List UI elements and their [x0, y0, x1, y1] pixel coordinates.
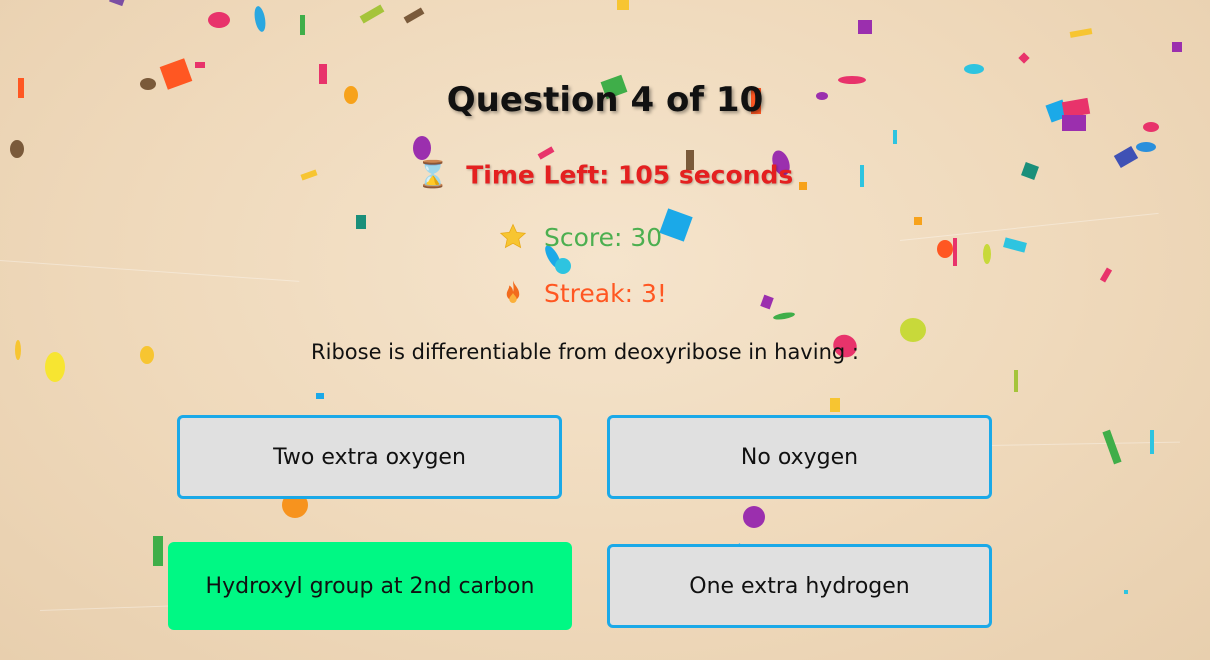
timer-row: ⌛ Time Left: 105 seconds: [0, 160, 1210, 190]
confetti-piece: [356, 215, 366, 229]
confetti-piece: [760, 294, 774, 310]
confetti-piece: [208, 12, 230, 28]
confetti-piece: [1069, 28, 1093, 38]
confetti-piece: [316, 393, 324, 399]
confetti-piece: [953, 238, 957, 266]
score-text: Score: 30: [544, 222, 663, 252]
score-row: Score: 30: [498, 222, 662, 252]
confetti-piece: [1124, 590, 1128, 594]
confetti-piece: [403, 7, 425, 24]
confetti-piece: [830, 398, 840, 412]
confetti-piece: [1099, 267, 1113, 283]
confetti-piece: [1014, 370, 1018, 392]
confetti-piece: [900, 318, 926, 342]
confetti-piece: [413, 136, 431, 160]
answer-option-4[interactable]: One extra hydrogen: [607, 544, 992, 628]
answer-label: Hydroxyl group at 2nd carbon: [205, 573, 535, 599]
confetti-piece: [743, 506, 765, 528]
confetti-piece: [983, 244, 991, 264]
answer-option-2[interactable]: No oxygen: [607, 415, 992, 499]
confetti-piece: [893, 130, 897, 144]
confetti-piece: [937, 240, 953, 258]
answer-label: Two extra oxygen: [273, 444, 466, 470]
confetti-piece: [1018, 52, 1030, 64]
confetti-piece: [772, 311, 796, 321]
fire-icon: [506, 280, 520, 303]
streak-row: Streak: 3!: [498, 278, 667, 308]
star-icon: [499, 223, 527, 249]
confetti-piece: [153, 536, 163, 566]
question-counter-title: Question 4 of 10: [446, 80, 764, 120]
confetti-piece: [252, 5, 268, 33]
answer-label: One extra hydrogen: [689, 573, 910, 599]
confetti-piece: [1172, 42, 1182, 52]
confetti-piece: [914, 217, 922, 225]
confetti-piece: [617, 0, 629, 10]
confetti-piece: [1003, 237, 1027, 253]
confetti-piece: [109, 0, 125, 7]
hourglass-icon: ⌛: [416, 160, 450, 190]
question-text: Ribose is differentiable from deoxyribos…: [311, 340, 859, 364]
confetti-piece: [10, 140, 24, 158]
confetti-piece: [300, 15, 305, 35]
confetti-piece: [1143, 122, 1159, 132]
answer-option-3-correct[interactable]: Hydroxyl group at 2nd carbon: [168, 542, 572, 630]
confetti-piece: [555, 258, 571, 274]
answer-option-1[interactable]: Two extra oxygen: [177, 415, 562, 499]
confetti-piece: [195, 62, 205, 68]
confetti-piece: [1102, 429, 1122, 465]
confetti-piece: [1136, 142, 1156, 152]
timer-text: Time Left: 105 seconds: [466, 160, 794, 190]
confetti-piece: [537, 146, 555, 160]
paper-texture: [0, 260, 300, 282]
confetti-piece: [858, 20, 872, 34]
streak-text: Streak: 3!: [544, 278, 667, 308]
confetti-piece: [964, 64, 984, 74]
confetti-piece: [659, 208, 693, 242]
answer-label: No oxygen: [740, 444, 859, 470]
confetti-piece: [359, 4, 385, 24]
paper-texture: [899, 212, 1159, 241]
